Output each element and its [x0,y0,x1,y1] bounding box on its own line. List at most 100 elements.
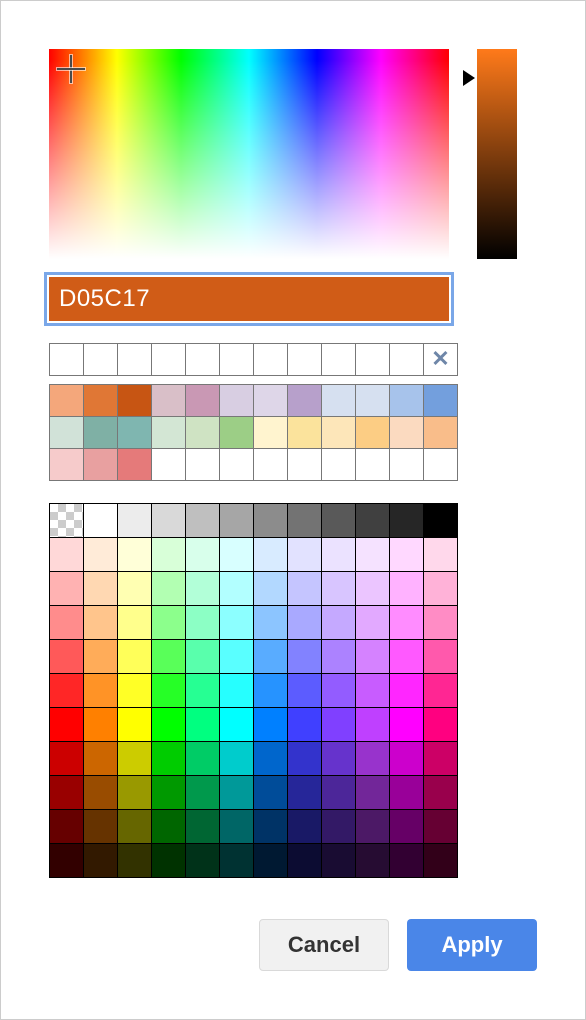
palette-swatch[interactable] [288,810,322,844]
recent-swatch[interactable] [186,385,220,417]
recent-swatch[interactable] [84,449,118,481]
palette-swatch[interactable] [118,538,152,572]
palette-swatch[interactable] [322,538,356,572]
palette-swatch[interactable] [390,742,424,776]
palette-swatch[interactable] [390,674,424,708]
recent-swatch[interactable] [254,385,288,417]
palette-swatch[interactable] [220,606,254,640]
palette-swatch[interactable] [424,742,458,776]
recent-swatch[interactable] [254,449,288,481]
palette-swatch[interactable] [254,640,288,674]
palette-swatch[interactable] [186,572,220,606]
palette-swatch[interactable] [118,504,152,538]
palette-swatch[interactable] [84,504,118,538]
palette-swatch[interactable] [288,674,322,708]
recent-swatch[interactable] [220,417,254,449]
recent-swatch[interactable] [288,449,322,481]
palette-swatch[interactable] [118,844,152,878]
hex-input[interactable] [49,277,449,321]
recent-swatch[interactable] [390,417,424,449]
recent-swatch[interactable] [84,417,118,449]
palette-swatch[interactable] [254,504,288,538]
palette-swatch[interactable] [186,538,220,572]
palette-swatch[interactable] [322,572,356,606]
palette-swatch[interactable] [220,844,254,878]
palette-swatch[interactable] [50,844,84,878]
palette-swatch[interactable] [118,572,152,606]
palette-swatch[interactable] [50,606,84,640]
palette-swatch[interactable] [152,708,186,742]
palette-swatch[interactable] [390,504,424,538]
recent-swatch[interactable] [152,385,186,417]
palette-swatch[interactable] [84,844,118,878]
palette-swatch[interactable] [254,742,288,776]
palette-swatch[interactable] [254,606,288,640]
palette-swatch[interactable] [118,742,152,776]
palette-swatch[interactable] [84,606,118,640]
palette-swatch[interactable] [220,810,254,844]
palette-swatch[interactable] [118,640,152,674]
palette-swatch[interactable] [424,572,458,606]
palette-swatch[interactable] [50,572,84,606]
palette-swatch[interactable] [186,844,220,878]
custom-swatch-empty[interactable] [356,344,390,376]
palette-swatch[interactable] [322,776,356,810]
palette-swatch[interactable] [220,538,254,572]
palette-swatch[interactable] [118,674,152,708]
custom-swatch-empty[interactable] [220,344,254,376]
palette-swatch[interactable] [84,640,118,674]
palette-swatch[interactable] [322,708,356,742]
palette-swatch[interactable] [186,742,220,776]
palette-swatch[interactable] [152,810,186,844]
palette-swatch[interactable] [288,504,322,538]
palette-swatch[interactable] [186,640,220,674]
recent-swatch[interactable] [84,385,118,417]
palette-swatch[interactable] [356,640,390,674]
palette-swatch[interactable] [118,810,152,844]
palette-swatch[interactable] [152,606,186,640]
palette-swatch[interactable] [254,844,288,878]
palette-swatch[interactable] [50,640,84,674]
palette-swatch[interactable] [118,606,152,640]
palette-swatch[interactable] [424,776,458,810]
palette-swatch[interactable] [322,504,356,538]
palette-swatch[interactable] [356,708,390,742]
palette-swatch[interactable] [356,538,390,572]
custom-swatch-empty[interactable] [84,344,118,376]
brightness-slider[interactable] [477,49,537,259]
palette-swatch[interactable] [322,742,356,776]
palette-swatch[interactable] [390,640,424,674]
palette-swatch[interactable] [84,776,118,810]
brightness-gradient[interactable] [477,49,517,259]
recent-swatch[interactable] [390,449,424,481]
recent-swatch[interactable] [288,417,322,449]
recent-swatch[interactable] [356,385,390,417]
palette-swatch[interactable] [390,776,424,810]
palette-swatch[interactable] [254,538,288,572]
palette-swatch[interactable] [152,674,186,708]
palette-swatch[interactable] [322,674,356,708]
palette-swatch[interactable] [152,776,186,810]
palette-swatch[interactable] [84,708,118,742]
cancel-button[interactable]: Cancel [259,919,389,971]
palette-swatch[interactable] [288,708,322,742]
palette-swatch[interactable] [356,606,390,640]
palette-swatch[interactable] [50,708,84,742]
recent-swatch[interactable] [118,385,152,417]
palette-swatch[interactable] [288,742,322,776]
custom-swatch-empty[interactable] [186,344,220,376]
recent-swatch[interactable] [424,385,458,417]
transparent-swatch[interactable] [50,504,84,538]
palette-swatch[interactable] [152,844,186,878]
palette-swatch[interactable] [288,606,322,640]
hue-saturation-spectrum[interactable] [49,49,449,259]
palette-swatch[interactable] [288,572,322,606]
palette-swatch[interactable] [186,776,220,810]
recent-swatch[interactable] [152,417,186,449]
recent-swatch[interactable] [254,417,288,449]
palette-swatch[interactable] [288,776,322,810]
palette-swatch[interactable] [356,572,390,606]
apply-button[interactable]: Apply [407,919,537,971]
palette-swatch[interactable] [356,844,390,878]
palette-swatch[interactable] [390,708,424,742]
